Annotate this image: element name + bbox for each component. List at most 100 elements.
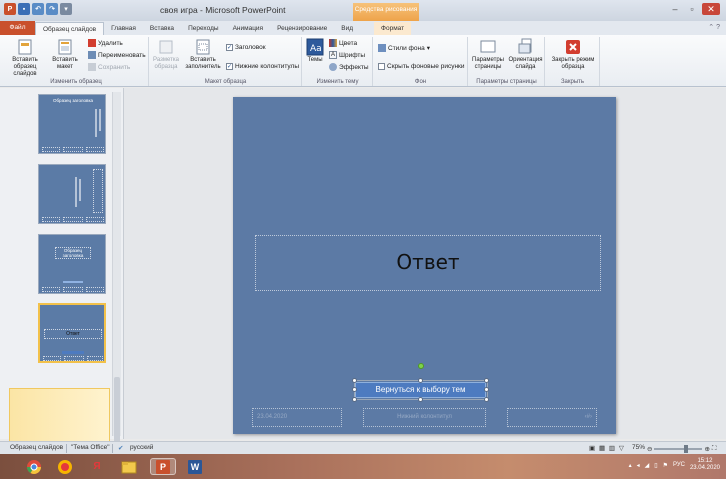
minimize-icon[interactable]: – bbox=[668, 3, 682, 15]
tab-slide-master[interactable]: Образец слайдов bbox=[35, 22, 105, 35]
slide-title[interactable]: Ответ bbox=[256, 250, 600, 274]
zoom-out-icon[interactable]: ⊖ bbox=[647, 445, 652, 453]
thumbnails-scrollbar[interactable] bbox=[112, 92, 121, 479]
zoom-slider-knob[interactable] bbox=[684, 445, 689, 453]
file-explorer-icon[interactable] bbox=[119, 458, 139, 475]
customize-qat-icon[interactable]: ▾ bbox=[60, 3, 72, 15]
fonts-button[interactable]: A Шрифты bbox=[329, 51, 365, 59]
colors-button[interactable]: Цвета bbox=[329, 39, 357, 47]
tab-format[interactable]: Формат bbox=[374, 22, 412, 35]
footer-placeholder[interactable]: Нижний колонтитул bbox=[363, 408, 486, 427]
delete-icon bbox=[88, 39, 96, 47]
insert-master-icon bbox=[18, 39, 32, 55]
slide-canvas[interactable]: Ответ Вернуться к выбору тем 23.04.2020 … bbox=[233, 97, 616, 434]
tab-review[interactable]: Рецензирование bbox=[270, 22, 334, 35]
insert-slide-master-button[interactable]: Вставить образец слайдов bbox=[6, 38, 44, 78]
fit-to-window-icon[interactable]: ⛶ bbox=[712, 445, 717, 453]
yandex-browser-icon[interactable] bbox=[55, 458, 75, 475]
slide-thumbnails-pane: Образец заголовка Образец заголовка Отве… bbox=[0, 88, 124, 454]
group-label: Макет образца bbox=[204, 79, 247, 85]
date-placeholder[interactable]: 23.04.2020 bbox=[252, 408, 342, 427]
flag-icon[interactable]: ⚑ bbox=[663, 462, 668, 469]
fonts-icon: A bbox=[329, 51, 337, 59]
rename-button[interactable]: Переименовать bbox=[88, 51, 146, 59]
group-label: Изменить тему bbox=[316, 79, 359, 85]
zoom-in-icon[interactable]: ⊕ bbox=[704, 445, 709, 453]
thumbnail-master[interactable]: Образец заголовка bbox=[38, 94, 106, 154]
tray-arrow-icon[interactable]: ▴ bbox=[629, 462, 632, 469]
chrome-icon[interactable] bbox=[24, 458, 44, 475]
view-buttons[interactable]: ▣ ▦ ▥ ▽ bbox=[589, 444, 625, 452]
themes-button[interactable]: Aa Темы bbox=[305, 38, 325, 64]
resize-handle[interactable] bbox=[484, 397, 489, 402]
powerpoint-taskbar-icon[interactable]: P bbox=[150, 458, 176, 475]
group-label: Изменить образец bbox=[50, 79, 102, 85]
colors-icon bbox=[329, 39, 337, 47]
battery-icon[interactable]: ▯ bbox=[654, 462, 657, 469]
close-master-icon bbox=[566, 40, 580, 54]
page-setup-button[interactable]: Параметры страницы bbox=[470, 38, 506, 71]
resize-handle[interactable] bbox=[352, 397, 357, 402]
footers-checkbox[interactable]: ✓ Нижние колонтитулы bbox=[226, 63, 299, 70]
group-master-layout: Разметка образца Вставить заполнитель ✓ З… bbox=[150, 37, 302, 86]
powerpoint-app-icon[interactable]: P bbox=[4, 3, 16, 15]
hide-background-graphics-checkbox[interactable]: Скрыть фоновые рисунки bbox=[378, 63, 465, 70]
tab-insert[interactable]: Вставка bbox=[143, 22, 181, 35]
theme-indicator: "Тема Office" bbox=[71, 444, 110, 451]
return-to-topics-button[interactable]: Вернуться к выбору тем bbox=[355, 382, 486, 398]
group-edit-theme: Aa Темы Цвета A Шрифты Эффекты Изменить т… bbox=[303, 37, 373, 86]
preserve-button[interactable]: Сохранить bbox=[88, 63, 130, 71]
insert-placeholder-icon bbox=[196, 39, 210, 55]
thumbnail-title-layout[interactable]: Образец заголовка bbox=[38, 234, 106, 294]
resize-handle[interactable] bbox=[484, 387, 489, 392]
help-icon[interactable]: ⌃ ? bbox=[708, 23, 720, 31]
resize-handle[interactable] bbox=[352, 387, 357, 392]
insert-layout-icon bbox=[58, 39, 72, 55]
word-taskbar-icon[interactable]: W bbox=[185, 458, 205, 475]
resize-handle[interactable] bbox=[418, 397, 423, 402]
thumbnail-answer-layout[interactable]: Ответ bbox=[38, 303, 106, 363]
slide-orientation-button[interactable]: Ориентация слайда bbox=[507, 38, 544, 71]
checkbox-unchecked-icon bbox=[378, 63, 385, 70]
redo-icon[interactable]: ↷ bbox=[46, 3, 58, 15]
group-page-setup: Параметры страницы Ориентация слайда Пар… bbox=[469, 37, 545, 86]
clock[interactable]: 15:12 23.04.2020 bbox=[690, 458, 720, 472]
window-title: своя игра - Microsoft PowerPoint bbox=[160, 5, 286, 15]
language-indicator[interactable]: русский bbox=[130, 444, 153, 451]
zoom-level[interactable]: 75% bbox=[632, 444, 645, 451]
resize-handle[interactable] bbox=[418, 378, 423, 383]
yandex-icon[interactable]: Я bbox=[87, 458, 107, 475]
rotation-handle[interactable] bbox=[418, 363, 424, 369]
insert-placeholder-button[interactable]: Вставить заполнитель bbox=[183, 38, 223, 71]
spellcheck-icon[interactable]: ✔ bbox=[118, 444, 123, 452]
tab-home[interactable]: Главная bbox=[104, 22, 143, 35]
maximize-icon[interactable]: ▫ bbox=[685, 3, 699, 15]
network-icon[interactable]: ◢ bbox=[645, 462, 650, 469]
page-setup-icon bbox=[480, 40, 496, 53]
resize-handle[interactable] bbox=[352, 378, 357, 383]
insert-layout-button[interactable]: Вставить макет bbox=[48, 38, 82, 71]
close-master-view-button[interactable]: Закрыть режим образца bbox=[547, 38, 599, 71]
master-layout-button[interactable]: Разметка образца bbox=[151, 38, 181, 71]
title-placeholder[interactable]: Ответ bbox=[255, 235, 601, 291]
title-checkbox[interactable]: ✓ Заголовок bbox=[226, 44, 266, 51]
slide-number-placeholder[interactable]: ‹#› bbox=[507, 408, 597, 427]
close-icon[interactable]: ✕ bbox=[702, 3, 720, 15]
effects-button[interactable]: Эффекты bbox=[329, 63, 369, 71]
input-language[interactable]: РУС bbox=[673, 462, 685, 468]
zoom-slider[interactable]: ⊖ ⊕ ⛶ bbox=[647, 445, 716, 453]
background-styles-button[interactable]: Стили фона ▾ bbox=[378, 44, 430, 52]
effects-icon bbox=[329, 63, 337, 71]
save-icon[interactable]: ▪ bbox=[18, 3, 30, 15]
tab-file[interactable]: Файл bbox=[0, 21, 35, 35]
undo-icon[interactable]: ↶ bbox=[32, 3, 44, 15]
group-label: Параметры страницы bbox=[476, 79, 537, 85]
system-tray: ▴ ◂ ◢ ▯ ⚑ РУС 15:12 23.04.2020 bbox=[629, 458, 720, 472]
delete-button[interactable]: Удалить bbox=[88, 39, 123, 47]
tab-animations[interactable]: Анимация bbox=[226, 22, 271, 35]
speaker-icon[interactable]: ◂ bbox=[637, 462, 640, 469]
tab-transitions[interactable]: Переходы bbox=[181, 22, 226, 35]
thumbnail-vertical-layout[interactable] bbox=[38, 164, 106, 224]
resize-handle[interactable] bbox=[484, 378, 489, 383]
tab-view[interactable]: Вид bbox=[334, 22, 360, 35]
